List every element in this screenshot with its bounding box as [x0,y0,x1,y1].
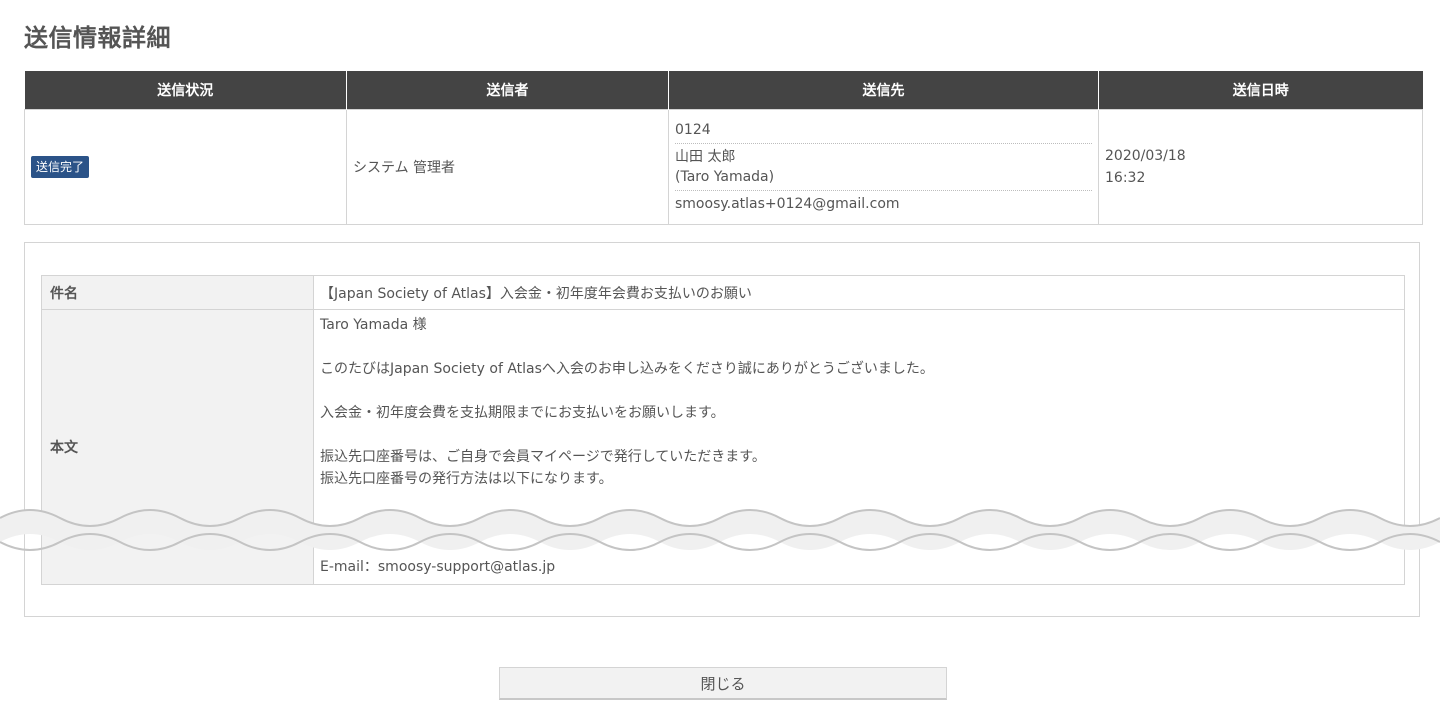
body-line: 入会金・初年度会費を支払期限までにお支払いをお願いします。 [320,405,725,421]
body-line: Taro Yamada 様 [320,317,427,333]
body-line [320,336,1398,358]
header-sent-datetime: 送信日時 [1098,71,1423,110]
header-status: 送信状況 [24,71,347,110]
body-line: このたびはJapan Society of Atlasへ入会のお申し込みをくださ… [320,361,934,377]
body-line: 振込先口座番号は、ご自身で会員マイページで発行していただきます。 [320,449,766,465]
close-button[interactable]: 閉じる [499,667,947,700]
summary-header-row: 送信状況 送信者 送信先 送信日時 [24,71,1423,110]
destination-name: 山田 太郎 (Taro Yamada) [675,143,1092,190]
sender-cell: システム 管理者 [346,109,669,225]
status-badge: 送信完了 [31,156,90,178]
subject-row: 件名 【Japan Society of Atlas】入会金・初年度年会費お支払… [41,275,1405,310]
destination-cell: 0124 山田 太郎 (Taro Yamada) smoosy.atlas+01… [668,109,1099,225]
body-line [320,424,1398,446]
destination-name-en: (Taro Yamada) [675,169,775,185]
status-cell: 送信完了 [24,109,347,225]
body-row: 本文 Taro Yamada 様 このたびはJapan Society of A… [41,309,1405,585]
send-summary-table: 送信状況 送信者 送信先 送信日時 送信完了 システム 管理者 0124 山田 … [24,71,1423,225]
subject-value: 【Japan Society of Atlas】入会金・初年度年会費お支払いのお… [313,275,1405,310]
body-line: 振込先口座番号の発行方法は以下になります。 [320,471,613,487]
body-footer-email: E-mail：smoosy-support@atlas.jp [320,559,556,575]
header-destination: 送信先 [668,71,1099,110]
sent-datetime-cell: 2020/03/18 16:32 [1098,109,1423,225]
header-sender: 送信者 [346,71,669,110]
body-line [320,380,1398,402]
sent-date: 2020/03/18 [1105,148,1186,164]
destination-member-no: 0124 [675,122,711,138]
body-text: Taro Yamada 様 このたびはJapan Society of Atla… [320,314,1398,490]
message-detail-box: 件名 【Japan Society of Atlas】入会金・初年度年会費お支払… [24,242,1420,617]
destination-name-ja: 山田 太郎 [675,149,736,165]
summary-row: 送信完了 システム 管理者 0124 山田 太郎 (Taro Yamada) s… [24,109,1423,225]
body-value[interactable]: Taro Yamada 様 このたびはJapan Society of Atla… [313,309,1405,585]
subject-label: 件名 [41,275,314,310]
message-detail-table: 件名 【Japan Society of Atlas】入会金・初年度年会費お支払… [41,275,1405,585]
page-title: 送信情報詳細 [24,24,171,52]
body-label: 本文 [41,309,314,585]
sent-time: 16:32 [1105,170,1146,186]
destination-email: smoosy.atlas+0124@gmail.com [675,190,1092,217]
